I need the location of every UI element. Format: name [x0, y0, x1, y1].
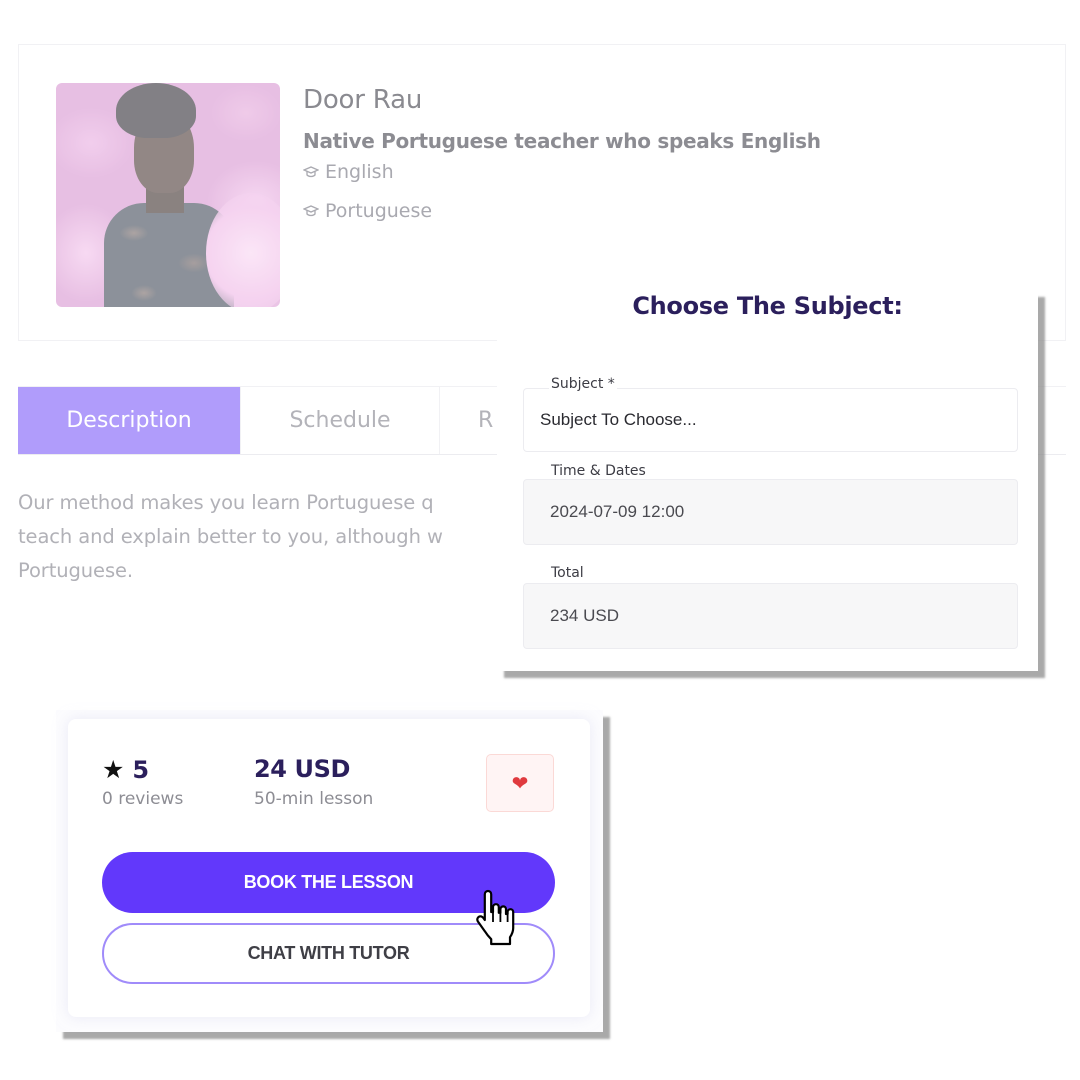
- tab-description[interactable]: Description: [18, 387, 241, 454]
- total-label: Total: [549, 565, 586, 581]
- hand-pointer-cursor-icon: [476, 889, 515, 946]
- subject-label: Subject *: [549, 376, 617, 392]
- graduation-cap-icon: [303, 205, 319, 217]
- heart-icon: ❤: [511, 771, 529, 795]
- dialog-title: Choose The Subject:: [632, 292, 903, 320]
- avatar-hair: [116, 83, 196, 138]
- rating: ★ 5: [102, 755, 149, 784]
- choose-subject-dialog: Choose The Subject: Subject * Subject To…: [497, 290, 1038, 671]
- graduation-cap-icon: [303, 166, 319, 178]
- booking-card: ★ 5 0 reviews 24 USD 50-min lesson ❤ BOO…: [68, 719, 590, 1017]
- time-dates-field: 2024-07-09 12:00: [523, 479, 1018, 545]
- teacher-headline: Native Portuguese teacher who speaks Eng…: [303, 129, 821, 153]
- language-label: Portuguese: [325, 200, 433, 222]
- subject-select[interactable]: Subject To Choose...: [523, 388, 1018, 452]
- lesson-price: 24 USD: [254, 755, 351, 783]
- language-item: English: [303, 161, 394, 183]
- star-icon: ★: [102, 755, 125, 784]
- total-field: 234 USD: [523, 583, 1018, 649]
- language-label: English: [325, 161, 394, 183]
- reviews-count: 0 reviews: [102, 789, 184, 809]
- language-item: Portuguese: [303, 200, 432, 222]
- booking-panel: ★ 5 0 reviews 24 USD 50-min lesson ❤ BOO…: [56, 710, 603, 1032]
- lesson-duration: 50-min lesson: [254, 789, 374, 809]
- time-dates-label: Time & Dates: [549, 463, 648, 479]
- teacher-name: Door Rau: [303, 85, 423, 115]
- tab-schedule[interactable]: Schedule: [241, 387, 440, 454]
- favorite-button[interactable]: ❤: [486, 754, 554, 812]
- teacher-avatar: [56, 83, 280, 307]
- rating-value: 5: [132, 755, 150, 784]
